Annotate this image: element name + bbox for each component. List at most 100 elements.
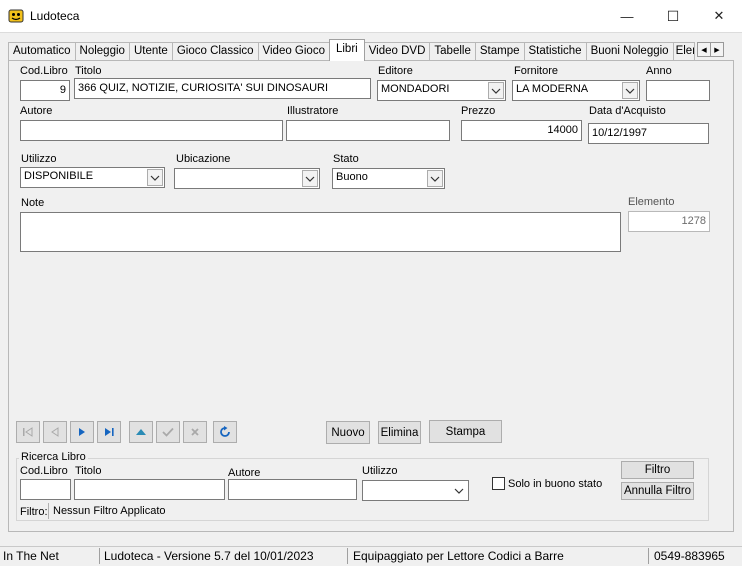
refresh-button[interactable] (213, 421, 237, 443)
cancel-record-button[interactable] (183, 421, 207, 443)
filtro-button[interactable]: Filtro (621, 461, 694, 479)
elimina-button[interactable]: Elimina (378, 421, 421, 444)
note-label: Note (21, 197, 45, 209)
prezzo-label: Prezzo (461, 105, 496, 117)
triangle-left-icon: ◀ (701, 46, 707, 54)
tab-libri[interactable]: Libri (328, 39, 365, 61)
elemento-field: 1278 (628, 211, 710, 232)
chevron-down-icon[interactable] (302, 170, 318, 187)
triangle-up-icon (136, 429, 146, 435)
anno-field[interactable] (646, 80, 710, 101)
checkmark-icon (162, 427, 174, 437)
titolo-field[interactable]: 366 QUIZ, NOTIZIE, CURIOSITA' SUI DINOSA… (74, 78, 371, 99)
next-record-button[interactable] (70, 421, 94, 443)
search-titolo-label: Titolo (75, 465, 102, 477)
ubicazione-label: Ubicazione (176, 153, 231, 165)
search-autore-label: Autore (228, 467, 261, 479)
fornitore-select[interactable]: LA MODERNA (512, 80, 640, 101)
status-phone: 0549-883965 (654, 549, 725, 563)
tab-buoni-noleggio[interactable]: Buoni Noleggio (585, 42, 674, 61)
data-acquisto-field[interactable]: 10/12/1997 (588, 123, 709, 144)
buono-stato-checkbox[interactable] (492, 477, 505, 490)
minimize-icon: — (620, 8, 634, 24)
last-record-icon (105, 428, 114, 436)
tab-scroll-left-button[interactable]: ◀ (697, 42, 711, 57)
ricerca-libro-title: Ricerca Libro (19, 451, 88, 463)
data-acquisto-label: Data d'Acquisto (589, 105, 666, 117)
note-field[interactable] (20, 212, 621, 252)
search-titolo-input[interactable] (74, 479, 225, 500)
first-record-button[interactable] (16, 421, 40, 443)
chevron-down-icon[interactable] (451, 482, 467, 499)
autore-field[interactable] (20, 120, 283, 141)
status-feature: Equipaggiato per Lettore Codici a Barre (353, 549, 564, 563)
annulla-filtro-button[interactable]: Annulla Filtro (621, 482, 694, 500)
post-record-button[interactable] (156, 421, 180, 443)
autore-label: Autore (20, 105, 53, 117)
elemento-label: Elemento (628, 196, 675, 208)
chevron-down-icon[interactable] (147, 169, 163, 186)
chevron-down-icon[interactable] (427, 170, 443, 187)
minimize-button[interactable]: — (604, 0, 650, 32)
status-separator (648, 548, 649, 564)
tab-strip: Automatico Noleggio Utente Gioco Classic… (8, 39, 695, 61)
utilizzo-select[interactable]: DISPONIBILE (20, 167, 165, 188)
stampa-button[interactable]: Stampa (429, 420, 502, 443)
editore-select[interactable]: MONDADORI (377, 80, 506, 101)
search-autore-input[interactable] (228, 479, 357, 500)
tab-tabelle[interactable]: Tabelle (429, 42, 476, 61)
next-record-icon (79, 428, 85, 436)
maximize-icon: ☐ (666, 7, 680, 24)
tab-noleggio[interactable]: Noleggio (74, 42, 130, 61)
cod-libro-label: Cod.Libro (20, 65, 68, 77)
tab-utente[interactable]: Utente (128, 42, 173, 61)
refresh-icon (220, 426, 230, 437)
tab-video-dvd[interactable]: Video DVD (363, 42, 431, 61)
fornitore-value: LA MODERNA (516, 83, 589, 95)
close-icon: ✕ (713, 8, 725, 23)
last-record-button[interactable] (97, 421, 121, 443)
prezzo-field[interactable]: 14000 (461, 120, 582, 141)
status-company: In The Net (3, 549, 59, 563)
cancel-x-icon (191, 428, 199, 436)
previous-record-icon (51, 427, 59, 437)
illustratore-field[interactable] (286, 120, 450, 141)
maximize-button[interactable]: ☐ (650, 0, 696, 32)
nuovo-button[interactable]: Nuovo (326, 421, 370, 444)
status-separator (347, 548, 348, 564)
chevron-down-icon[interactable] (622, 82, 638, 99)
title-bar: Ludoteca — ☐ ✕ (0, 0, 742, 32)
cod-libro-field[interactable]: 9 (20, 80, 70, 101)
illustratore-label: Illustratore (287, 105, 339, 117)
utilizzo-label: Utilizzo (21, 153, 57, 165)
editore-label: Editore (378, 65, 413, 77)
stato-value: Buono (336, 171, 368, 183)
tab-automatico[interactable]: Automatico (8, 42, 76, 61)
tab-scroll: ◀ ▶ (697, 42, 724, 57)
previous-record-button[interactable] (43, 421, 67, 443)
editore-value: MONDADORI (381, 83, 450, 95)
anno-label: Anno (646, 65, 672, 77)
search-cod-libro-input[interactable] (20, 479, 71, 500)
chevron-down-icon[interactable] (488, 82, 504, 99)
first-record-icon (23, 427, 33, 437)
search-utilizzo-select[interactable] (362, 480, 469, 501)
stato-select[interactable]: Buono (332, 168, 445, 189)
tab-video-gioco[interactable]: Video Gioco (257, 42, 330, 61)
filtro-value: Nessun Filtro Applicato (48, 503, 698, 519)
tab-statistiche[interactable]: Statistiche (523, 42, 587, 61)
close-button[interactable]: ✕ (696, 0, 742, 32)
filtro-label: Filtro: (20, 506, 48, 518)
search-cod-libro-label: Cod.Libro (20, 465, 68, 477)
tab-gioco-classico[interactable]: Gioco Classico (171, 42, 259, 61)
utilizzo-value: DISPONIBILE (24, 170, 94, 182)
app-logo-icon (8, 8, 24, 24)
ubicazione-select[interactable] (174, 168, 320, 189)
status-separator (99, 548, 100, 564)
tab-stampe[interactable]: Stampe (474, 42, 525, 61)
edit-record-button[interactable] (129, 421, 153, 443)
fornitore-label: Fornitore (514, 65, 559, 77)
triangle-right-icon: ▶ (714, 46, 720, 54)
tab-scroll-right-button[interactable]: ▶ (710, 42, 724, 57)
tab-elementi[interactable]: Elem (672, 42, 695, 61)
